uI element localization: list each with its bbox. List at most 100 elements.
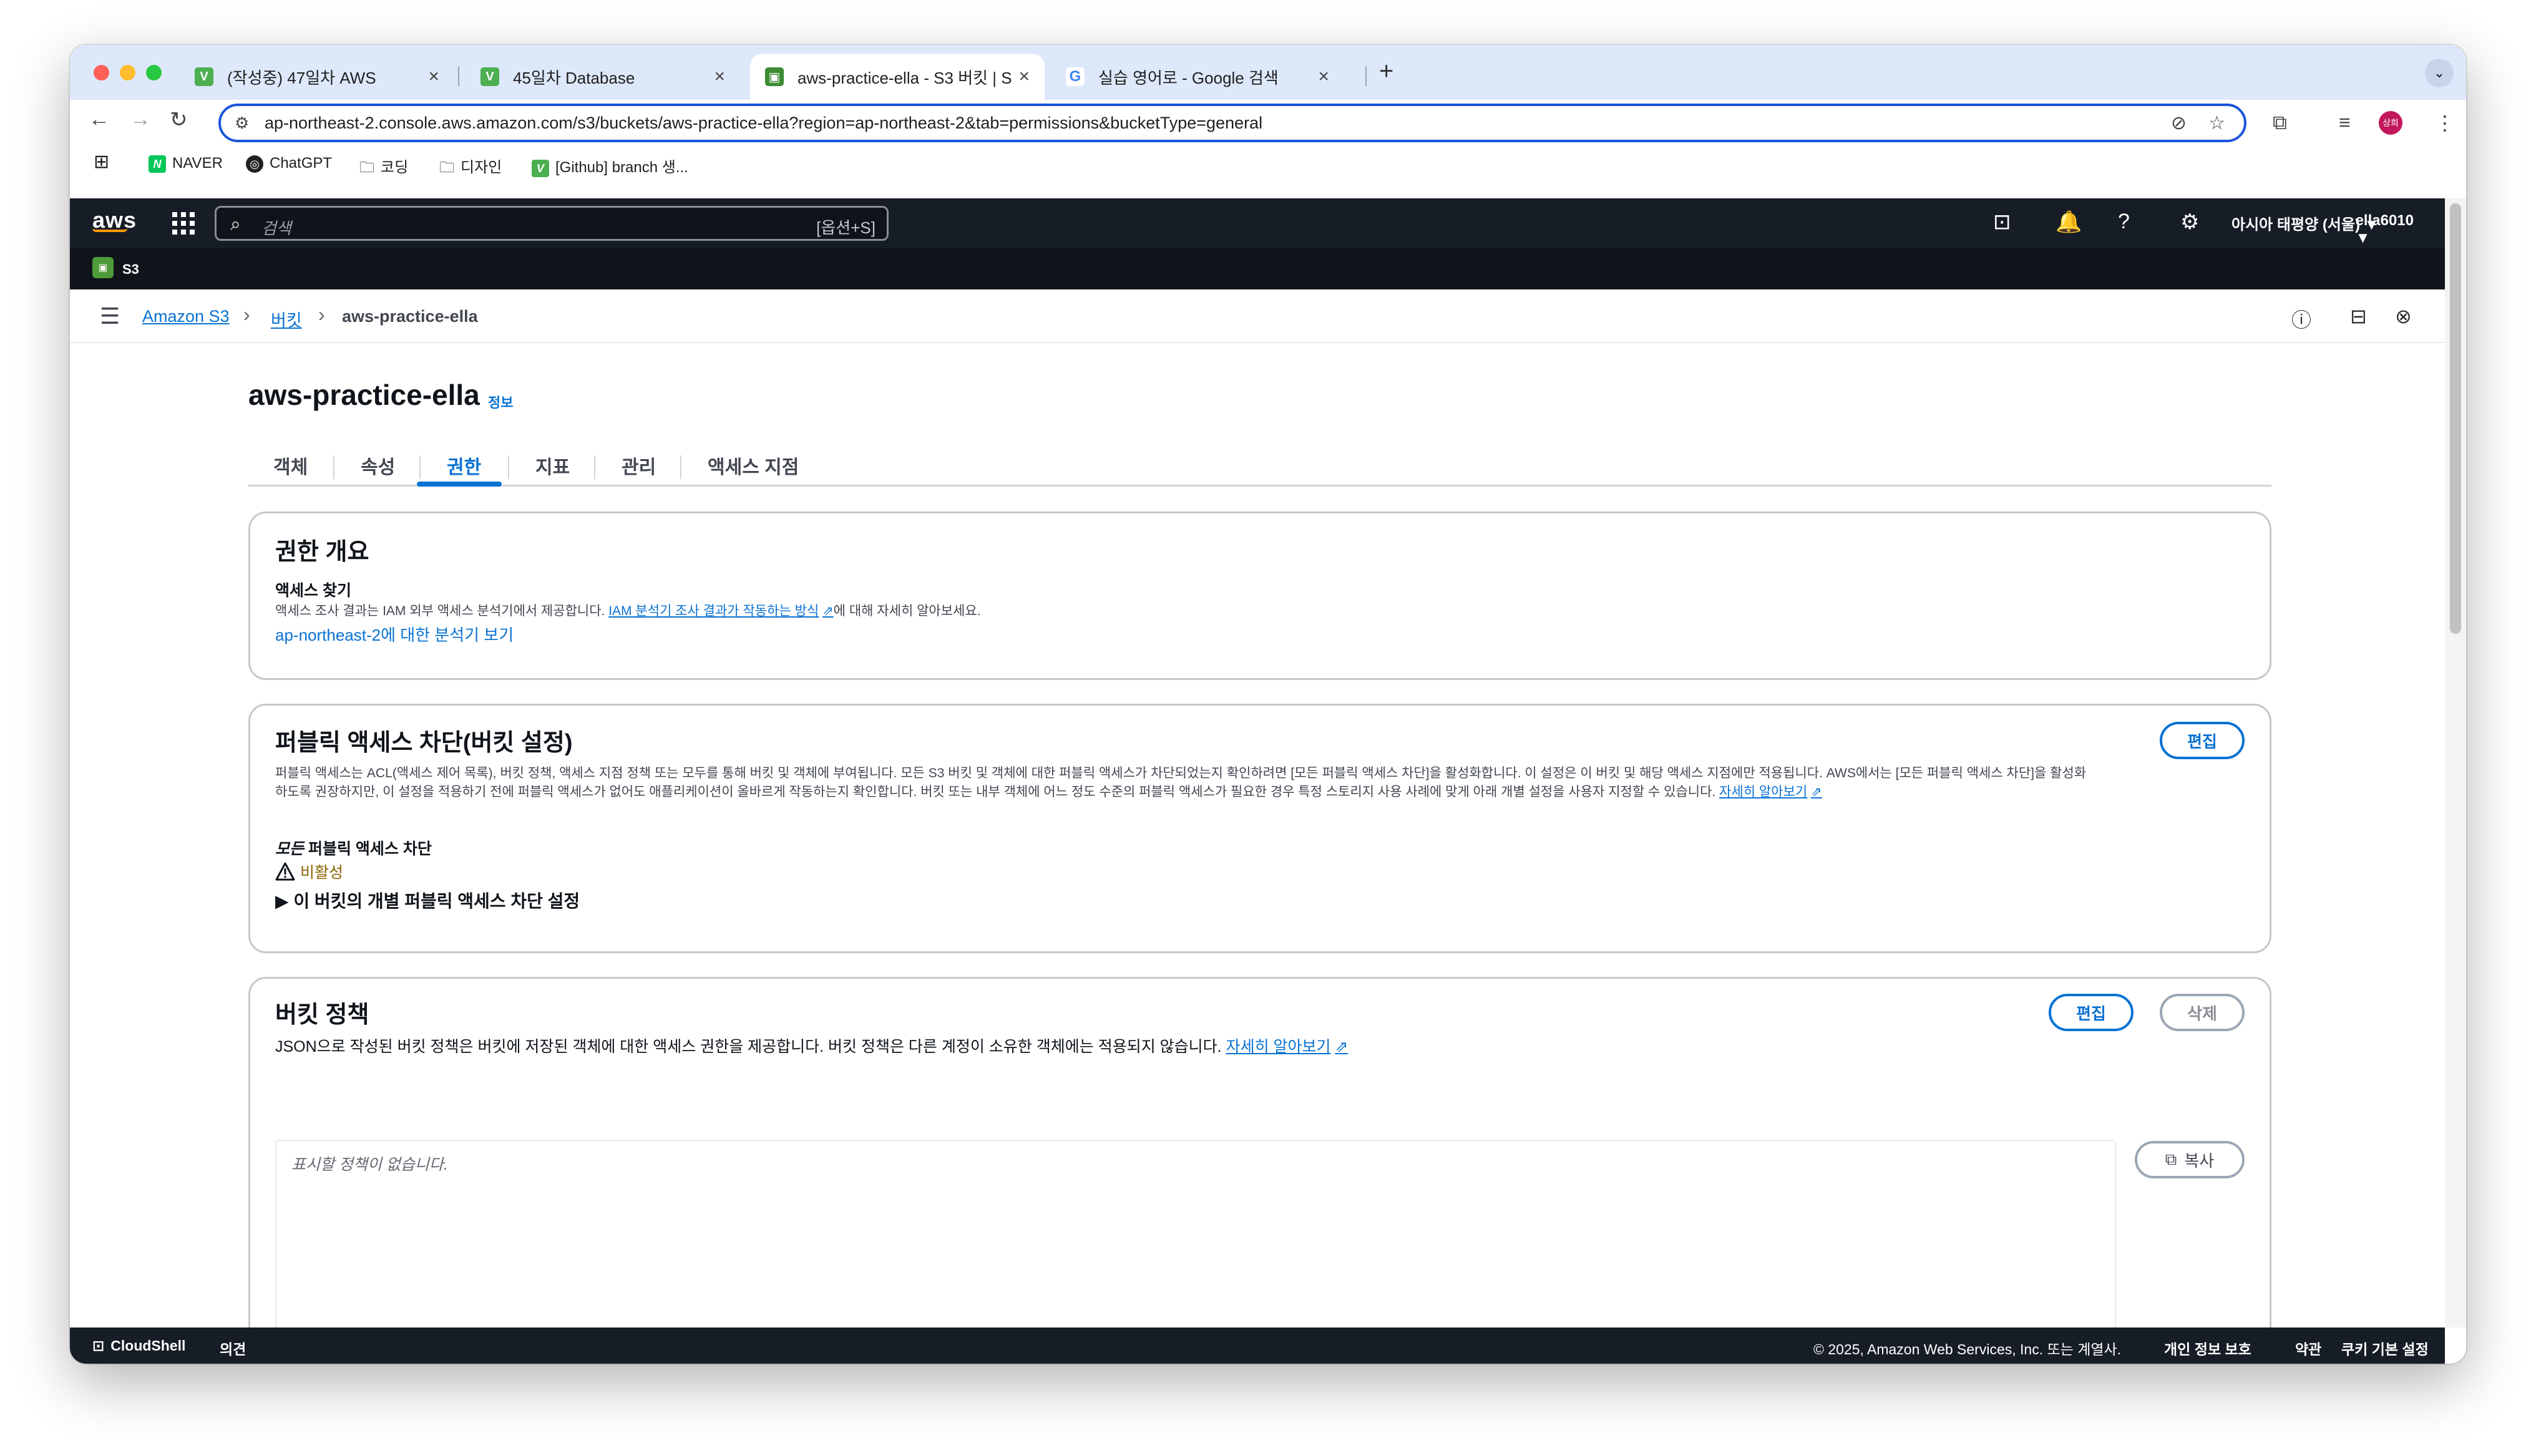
status-badge: 비활성 bbox=[275, 860, 343, 883]
folder-icon: 🗀 bbox=[439, 159, 454, 176]
policy-description: JSON으로 작성된 버킷 정책은 버킷에 저장된 객체에 대한 액세스 권한을… bbox=[275, 1038, 1348, 1056]
help-icon[interactable]: ? bbox=[2118, 210, 2130, 234]
block-all-label: 모든 퍼블릭 액세스 차단 bbox=[275, 840, 432, 858]
bookmarks-bar: ⊞ N NAVER ◎ ChatGPT 🗀 코딩 🗀 디자인 V [Github] bra… bbox=[70, 145, 2466, 181]
reload-icon[interactable]: ↻ bbox=[170, 107, 188, 132]
v-icon: V bbox=[480, 67, 499, 86]
eye-off-icon[interactable]: ⊘ bbox=[2171, 112, 2187, 134]
aws-search-input[interactable]: ⌕ 검색 [옵션+S] bbox=[215, 206, 889, 241]
settings-gear-icon[interactable]: ⚙ bbox=[2180, 210, 2199, 235]
section-title: 퍼블릭 액세스 차단(버킷 설정) bbox=[275, 730, 573, 756]
privacy-link[interactable]: 개인 정보 보호 bbox=[2164, 1337, 2251, 1359]
cloudshell-link[interactable]: ⊡ CloudShell bbox=[92, 1337, 185, 1354]
v-icon: V bbox=[195, 67, 213, 86]
browser-menu-kebab-icon[interactable]: ⋮ bbox=[2435, 111, 2455, 135]
address-bar[interactable]: ⚙ ap-northeast-2.console.aws.amazon.com/… bbox=[218, 104, 2246, 142]
close-window-button[interactable] bbox=[94, 65, 109, 80]
bookmark-folder-design[interactable]: 🗀 디자인 bbox=[439, 155, 502, 182]
edit-button[interactable]: 편집 bbox=[2160, 722, 2245, 759]
account-menu[interactable]: ella6010 ▼ bbox=[2356, 212, 2414, 247]
bookmark-chatgpt[interactable]: ◎ ChatGPT bbox=[246, 155, 332, 173]
tab-properties[interactable]: 속성 bbox=[361, 452, 395, 479]
breadcrumb: ☰ Amazon S3 › 버킷 › aws-practice-ella ⓘ ⊟… bbox=[70, 289, 2445, 343]
copyright-text: © 2025, Amazon Web Services, Inc. 또는 계열사… bbox=[1813, 1341, 2122, 1357]
reading-list-icon[interactable]: ≡ bbox=[2339, 111, 2351, 134]
breadcrumb-current: aws-practice-ella bbox=[342, 307, 478, 326]
edit-button[interactable]: 편집 bbox=[2049, 994, 2134, 1031]
tab-access-points[interactable]: 액세스 지점 bbox=[708, 452, 799, 479]
info-circle-icon[interactable]: ⓘ bbox=[2291, 304, 2311, 333]
external-link-icon: ⇗ bbox=[1811, 785, 1822, 799]
notifications-bell-icon[interactable]: 🔔 bbox=[2056, 210, 2082, 235]
browser-tab-1[interactable]: V (작성중) 47일차 AWS × bbox=[180, 54, 454, 100]
iam-analyzer-link[interactable]: IAM 분석기 조사 결과가 작동하는 방식 bbox=[608, 604, 819, 618]
maximize-window-button[interactable] bbox=[146, 65, 162, 80]
terms-link[interactable]: 약관 bbox=[2295, 1337, 2321, 1359]
close-tab-icon[interactable]: × bbox=[1018, 66, 1030, 87]
tab-permissions[interactable]: 권한 bbox=[447, 452, 481, 479]
browser-tab-4[interactable]: G 실습 영어로 - Google 검색 × bbox=[1051, 54, 1344, 100]
external-link-icon: ⇗ bbox=[822, 604, 834, 618]
aws-logo[interactable]: aws bbox=[92, 207, 137, 233]
forward-arrow-icon[interactable]: → bbox=[130, 107, 151, 132]
tab-management[interactable]: 관리 bbox=[622, 452, 656, 479]
browser-tab-2[interactable]: V 45일차 Database × bbox=[466, 54, 740, 100]
browser-toolbar: ← → ↻ ⚙ ap-northeast-2.console.aws.amazo… bbox=[70, 100, 2466, 145]
learn-more-link[interactable]: 자세히 알아보기 bbox=[1719, 785, 1807, 799]
search-shortcut: [옵션+S] bbox=[816, 218, 875, 237]
close-tab-icon[interactable]: × bbox=[714, 66, 725, 87]
new-tab-plus-icon[interactable]: + bbox=[1379, 57, 1393, 85]
page-scrollbar[interactable] bbox=[2445, 198, 2466, 1327]
breadcrumb-buckets[interactable]: 버킷 bbox=[271, 307, 302, 331]
chatgpt-icon: ◎ bbox=[246, 155, 263, 173]
warning-icon bbox=[275, 862, 295, 881]
page-title: aws-practice-ella bbox=[248, 379, 480, 411]
individual-settings-expander[interactable]: ▶ 이 버킷의 개별 퍼블릭 액세스 차단 설정 bbox=[275, 888, 580, 913]
services-grid-icon[interactable] bbox=[172, 212, 195, 235]
info-link[interactable]: 정보 bbox=[488, 392, 513, 412]
bucket-policy-card: 버킷 정책 편집 삭제 JSON으로 작성된 버킷 정책은 버킷에 저장된 객체… bbox=[248, 977, 2271, 1364]
tab-title: 실습 영어로 - Google 검색 bbox=[1098, 68, 1279, 87]
empty-policy-text: 표시할 정책이 없습니다. bbox=[291, 1156, 448, 1173]
tab-objects[interactable]: 객체 bbox=[273, 452, 308, 479]
browser-tab-3-active[interactable]: ▣ aws-practice-ella - S3 버킷 | S × bbox=[750, 54, 1045, 100]
close-tab-icon[interactable]: × bbox=[428, 66, 439, 87]
cloudshell-icon[interactable]: ⊡ bbox=[1993, 210, 2011, 235]
site-settings-icon[interactable]: ⚙ bbox=[235, 114, 249, 133]
profile-avatar[interactable]: 상희 bbox=[2379, 111, 2402, 135]
learn-more-link[interactable]: 자세히 알아보기 bbox=[1226, 1038, 1331, 1056]
bookmark-star-icon[interactable]: ☆ bbox=[2208, 112, 2225, 134]
aws-footer: ⊡ CloudShell 의견 © 2025, Amazon Web Servic… bbox=[70, 1327, 2445, 1364]
tab-metrics[interactable]: 지표 bbox=[535, 452, 570, 479]
copy-button[interactable]: ⧉ 복사 bbox=[2135, 1141, 2245, 1178]
s3-service-link[interactable]: S3 bbox=[122, 261, 139, 278]
breadcrumb-amazon-s3[interactable]: Amazon S3 bbox=[142, 307, 230, 326]
aws-top-navigation: aws ⌕ 검색 [옵션+S] ⊡ 🔔 ? ⚙ 아시아 태평양 (서울) ▼ e… bbox=[70, 198, 2445, 248]
tab-bar: V (작성중) 47일차 AWS × V 45일차 Database × ▣ a… bbox=[70, 45, 2466, 100]
back-arrow-icon[interactable]: ← bbox=[89, 107, 110, 132]
chevron-right-icon: › bbox=[243, 303, 250, 326]
delete-button[interactable]: 삭제 bbox=[2160, 994, 2245, 1031]
service-favorites-bar: ▣ S3 bbox=[70, 248, 2445, 289]
tab-search-chevron-icon[interactable]: ⌄ bbox=[2425, 59, 2454, 87]
extensions-puzzle-icon[interactable]: ⧉ bbox=[2273, 111, 2287, 135]
tab-title: (작성중) 47일차 AWS bbox=[227, 68, 376, 87]
bookmark-naver[interactable]: N NAVER bbox=[149, 155, 223, 173]
apps-grid-icon[interactable]: ⊞ bbox=[94, 151, 109, 173]
tab-title: aws-practice-ella - S3 버킷 | S bbox=[797, 68, 1012, 87]
feedback-link[interactable]: 의견 bbox=[220, 1337, 246, 1359]
bookmark-folder-coding[interactable]: 🗀 코딩 bbox=[359, 155, 408, 182]
minimize-window-button[interactable] bbox=[120, 65, 135, 80]
preferences-icon[interactable]: ⊗ bbox=[2395, 304, 2412, 328]
close-tab-icon[interactable]: × bbox=[1318, 66, 1329, 87]
hamburger-menu-icon[interactable]: ☰ bbox=[100, 303, 120, 329]
block-public-access-card: 퍼블릭 액세스 차단(버킷 설정) 편집 퍼블릭 액세스는 ACL(액세스 제어… bbox=[248, 704, 2271, 953]
panel-toggle-icon[interactable]: ⊟ bbox=[2350, 304, 2367, 328]
search-icon: ⌕ bbox=[230, 214, 241, 235]
view-analyzer-link[interactable]: ap-northeast-2에 대한 분석기 보기 bbox=[275, 626, 514, 644]
bookmark-github-branch[interactable]: V [Github] branch 생... bbox=[532, 155, 688, 177]
s3-icon[interactable]: ▣ bbox=[92, 257, 114, 278]
cookie-preferences-link[interactable]: 쿠키 기본 설정 bbox=[2341, 1337, 2429, 1359]
access-finding-label: 액세스 찾기 bbox=[275, 582, 351, 599]
naver-icon: N bbox=[149, 155, 166, 173]
